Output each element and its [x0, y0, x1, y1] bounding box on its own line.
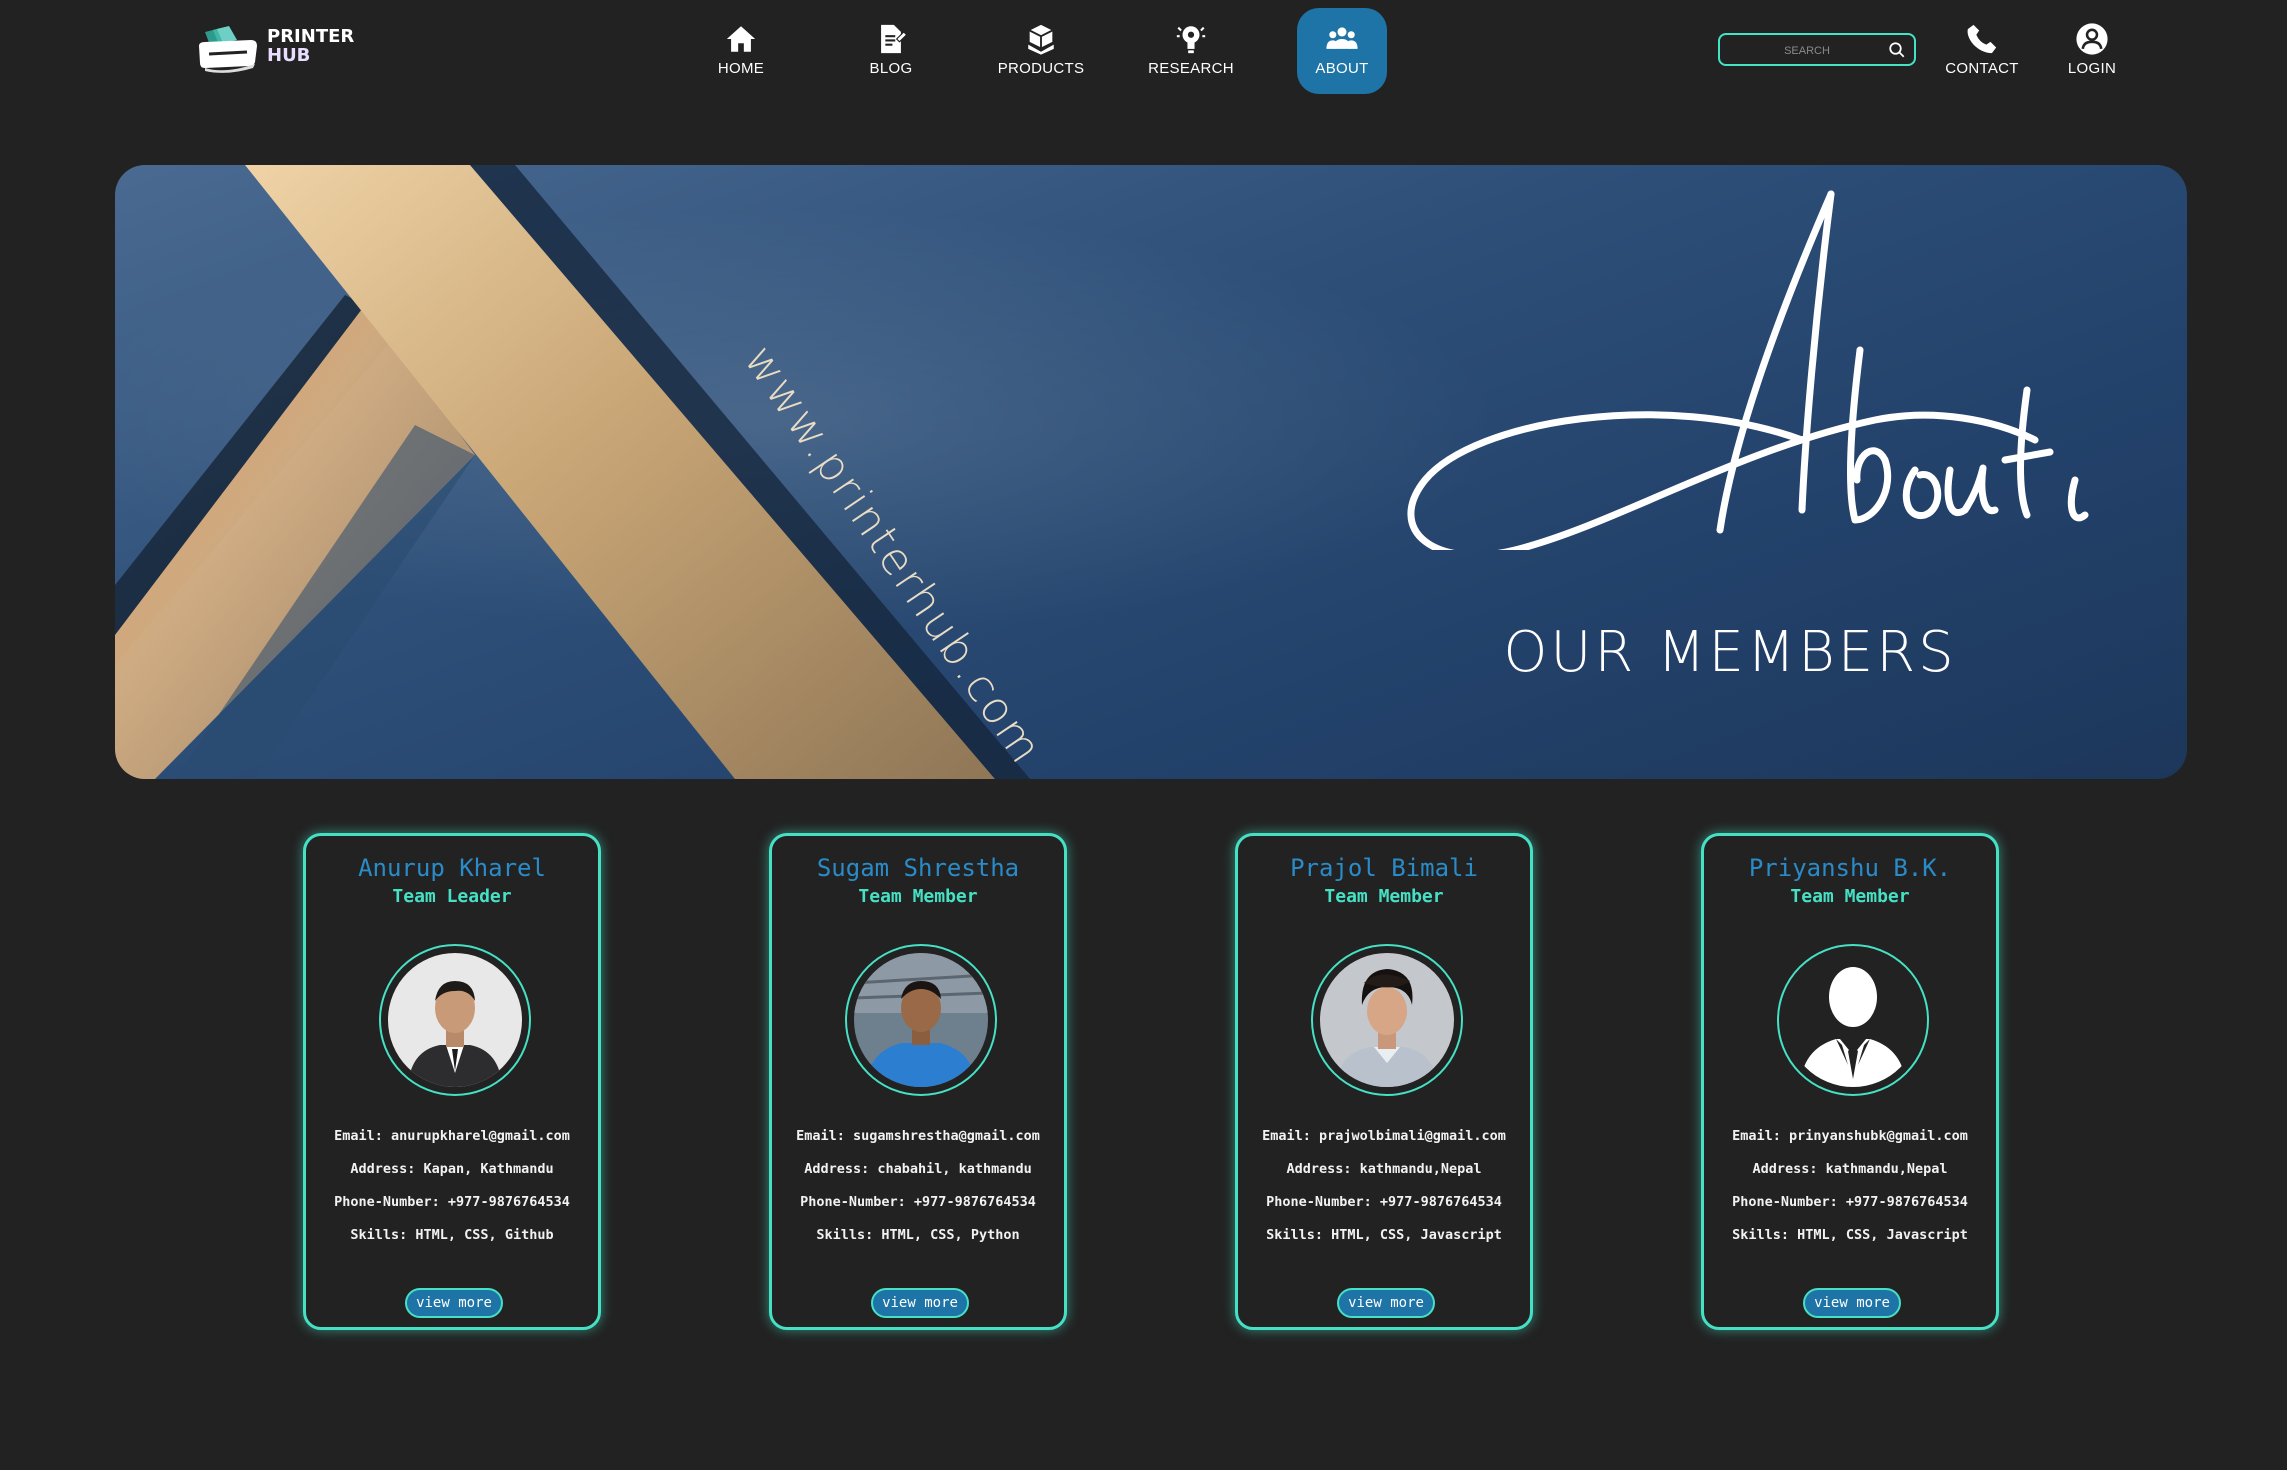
member-name: Sugam Shrestha: [816, 854, 1020, 882]
member-avatar: [1311, 944, 1463, 1096]
member-address: Address: kathmandu,Nepal: [1752, 1161, 1948, 1177]
nav-login[interactable]: LOGIN: [2047, 8, 2137, 94]
our-members-heading: OUR MEMBERS: [1503, 620, 1957, 685]
member-role: Team Leader: [392, 886, 512, 907]
member-email: Email: prinyanshubk@gmail.com: [1732, 1128, 1968, 1144]
member-role: Team Member: [1324, 886, 1444, 907]
member-photo: [388, 953, 522, 1087]
member-phone: Phone-Number: +977-9876764534: [1732, 1194, 1968, 1210]
printer-logo-icon: [199, 26, 257, 73]
products-icon: [1028, 24, 1054, 55]
view-more-button[interactable]: view more: [871, 1288, 969, 1318]
member-phone: Phone-Number: +977-9876764534: [800, 1194, 1036, 1210]
brand-line1: PRINTER: [267, 26, 355, 47]
member-address: Address: kathmandu,Nepal: [1286, 1161, 1482, 1177]
nav-home[interactable]: HOME: [696, 8, 786, 94]
nav-research[interactable]: RESEARCH: [1146, 8, 1236, 94]
member-avatar: [1777, 944, 1929, 1096]
member-phone: Phone-Number: +977-9876764534: [334, 1194, 570, 1210]
member-address: Address: chabahil, kathmandu: [804, 1161, 1032, 1177]
user-silhouette-icon: [1786, 953, 1920, 1087]
nav-home-label: HOME: [717, 60, 765, 77]
member-card: Sugam Shrestha Team Member Email: sugams…: [769, 833, 1067, 1330]
member-email: Email: prajwolbimali@gmail.com: [1262, 1128, 1506, 1144]
member-avatar: [379, 944, 531, 1096]
nav-contact-label: CONTACT: [1945, 60, 2019, 77]
user-circle-icon: [2076, 23, 2108, 55]
member-email: Email: anurupkharel@gmail.com: [334, 1128, 570, 1144]
member-role: Team Member: [1790, 886, 1910, 907]
nav-about-label: ABOUT: [1315, 60, 1369, 77]
member-card: Priyanshu B.K. Team Member Email: prinya…: [1701, 833, 1999, 1330]
search-box: [1718, 33, 1916, 66]
brand-logo[interactable]: PRINTER HUB: [195, 18, 355, 74]
nav-products[interactable]: PRODUCTS: [996, 8, 1086, 94]
view-more-button[interactable]: view more: [405, 1288, 503, 1318]
member-skills: Skills: HTML, CSS, Javascript: [1732, 1227, 1968, 1243]
view-more-button[interactable]: view more: [1803, 1288, 1901, 1318]
member-card: Anurup Kharel Team Leader Email: anurupk…: [303, 833, 601, 1330]
member-photo: [1320, 953, 1454, 1087]
member-name: Anurup Kharel: [358, 854, 546, 882]
member-skills: Skills: HTML, CSS, Github: [350, 1227, 554, 1243]
view-more-button[interactable]: view more: [1337, 1288, 1435, 1318]
nav-about[interactable]: ABOUT: [1297, 8, 1387, 94]
blog-icon: [881, 24, 908, 54]
hero-banner: www.printerhub.com OUR MEMBERS: [115, 165, 2187, 779]
search-icon[interactable]: [1888, 41, 1906, 59]
home-icon: [726, 26, 756, 52]
nav-blog-label: BLOG: [869, 60, 913, 77]
member-email: Email: sugamshrestha@gmail.com: [796, 1128, 1040, 1144]
research-icon: [1176, 26, 1206, 54]
nav-blog[interactable]: BLOG: [846, 8, 936, 94]
nav-products-label: PRODUCTS: [997, 60, 1085, 77]
nav-research-label: RESEARCH: [1148, 60, 1234, 77]
navbar: PRINTER HUB HOME BLOG PRODUCTS RESEARCH …: [0, 0, 2287, 110]
about-icon: [1326, 27, 1358, 49]
brand-line2: HUB: [267, 45, 311, 66]
member-role: Team Member: [858, 886, 978, 907]
member-phone: Phone-Number: +977-9876764534: [1266, 1194, 1502, 1210]
member-avatar: [845, 944, 997, 1096]
nav-login-label: LOGIN: [2067, 60, 2117, 77]
member-photo: [854, 953, 988, 1087]
member-skills: Skills: HTML, CSS, Javascript: [1266, 1227, 1502, 1243]
phone-icon: [1967, 24, 1997, 54]
about-us-script-title: [1407, 190, 2089, 550]
member-name: Prajol Bimali: [1290, 854, 1478, 882]
nav-contact[interactable]: CONTACT: [1937, 8, 2027, 94]
member-address: Address: Kapan, Kathmandu: [350, 1161, 554, 1177]
member-card: Prajol Bimali Team Member Email: prajwol…: [1235, 833, 1533, 1330]
member-name: Priyanshu B.K.: [1748, 854, 1952, 882]
search-input[interactable]: [1732, 42, 1882, 57]
member-skills: Skills: HTML, CSS, Python: [816, 1227, 1020, 1243]
